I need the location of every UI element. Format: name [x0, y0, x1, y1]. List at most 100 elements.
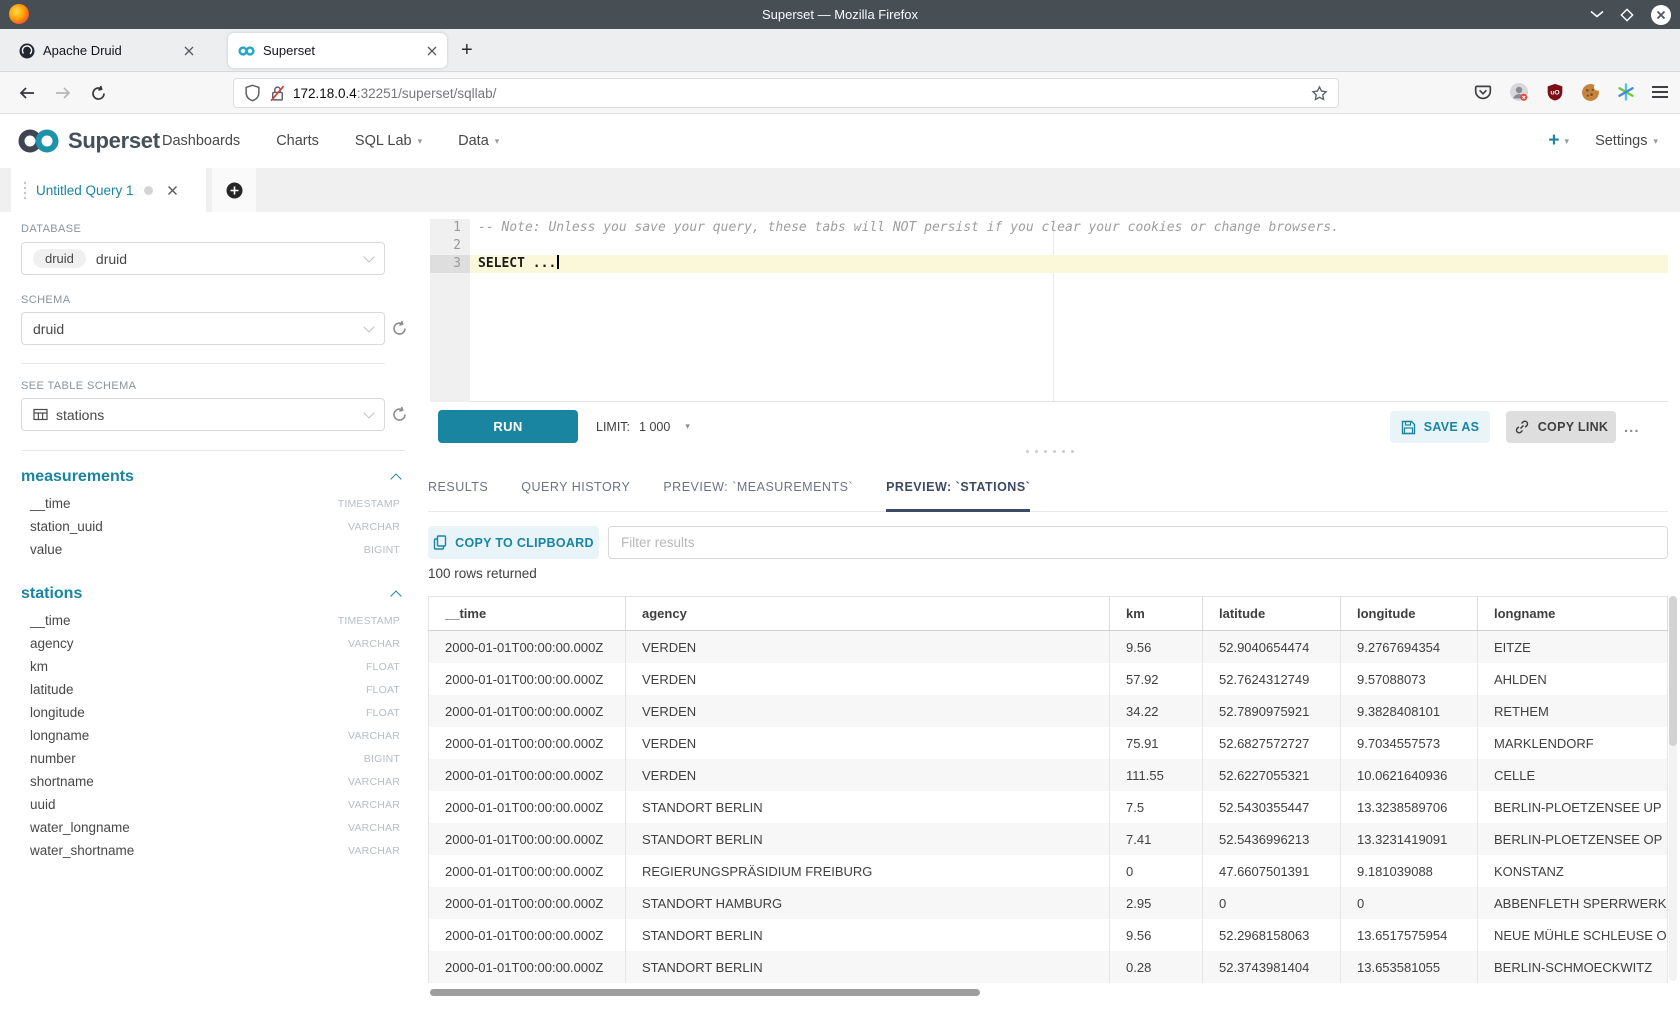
horizontal-scrollbar[interactable] [430, 989, 980, 996]
table-name: stations [21, 585, 82, 603]
schema-column-row: agencyVARCHAR [21, 632, 405, 655]
column-header-time[interactable]: __time [429, 597, 626, 631]
save-as-button[interactable]: SAVE AS [1390, 411, 1490, 443]
table-row: 2000-01-01T00:00:00.000ZSTANDORT HAMBURG… [429, 887, 1668, 919]
table-cell: 2000-01-01T00:00:00.000Z [429, 759, 626, 791]
table-row: 2000-01-01T00:00:00.000ZVERDEN34.2252.78… [429, 695, 1668, 727]
nav-item-dashboards[interactable]: Dashboards [162, 133, 240, 149]
back-button-icon[interactable] [18, 85, 36, 101]
table-cell: 9.7034557573 [1341, 727, 1478, 759]
pocket-icon[interactable] [1474, 83, 1492, 101]
results-tab-results[interactable]: RESULTS [428, 465, 488, 512]
settings-menu[interactable]: Settings ▾ [1595, 133, 1658, 149]
column-header-latitude[interactable]: latitude [1203, 597, 1341, 631]
column-name: __time [30, 613, 71, 628]
new-query-tab-button[interactable] [212, 168, 256, 212]
svg-text:uO: uO [1550, 89, 1559, 96]
table-cell: 75.91 [1110, 727, 1203, 759]
more-options-button[interactable]: ... [1624, 411, 1640, 443]
nav-item-label: SQL Lab [355, 133, 412, 149]
chevron-down-icon [363, 407, 374, 418]
table-cell: 52.5436996213 [1203, 823, 1341, 855]
table-cell: STANDORT BERLIN [626, 823, 1110, 855]
table-schema-list: measurements__timeTIMESTAMPstation_uuidV… [21, 462, 405, 862]
plus-circle-icon [226, 182, 243, 199]
results-tab-preview-measurements[interactable]: PREVIEW: `MEASUREMENTS` [663, 465, 853, 512]
query-tab-bar: Untitled Query 1 [0, 168, 1680, 212]
table-select[interactable]: stations [21, 398, 385, 431]
table-cell: 13.3231419091 [1341, 823, 1478, 855]
chevron-down-icon: ▾ [1653, 136, 1658, 147]
add-new-button[interactable]: + ▾ [1548, 130, 1569, 152]
maximize-icon[interactable] [1619, 7, 1635, 23]
account-extension-icon[interactable] [1509, 82, 1529, 102]
table-cell: EITZE [1478, 631, 1668, 664]
database-select[interactable]: druid druid [21, 242, 385, 275]
close-query-tab-icon[interactable] [167, 185, 178, 196]
table-cell: 34.22 [1110, 695, 1203, 727]
table-cell: 57.92 [1110, 663, 1203, 695]
insecure-lock-icon[interactable] [270, 85, 285, 102]
table-cell: 2000-01-01T00:00:00.000Z [429, 695, 626, 727]
nav-item-sql-lab[interactable]: SQL Lab▾ [355, 133, 422, 149]
shield-icon[interactable] [244, 84, 261, 102]
superset-logo[interactable]: Superset [16, 127, 160, 155]
column-type: VARCHAR [348, 776, 400, 788]
results-table: __timeagencykmlatitudelongitudelongname … [428, 596, 1668, 983]
close-icon[interactable] [1650, 4, 1672, 26]
chevron-down-icon: ▾ [1565, 136, 1570, 147]
superset-navbar: Superset DashboardsChartsSQL Lab▾Data▾ +… [0, 114, 1680, 168]
ublock-icon[interactable]: uO [1546, 83, 1564, 101]
filter-results-input[interactable] [608, 526, 1668, 559]
menu-icon[interactable] [1652, 85, 1668, 99]
spark-extension-icon[interactable] [1617, 83, 1635, 101]
nav-item-charts[interactable]: Charts [276, 133, 319, 149]
table-schema-header-stations[interactable]: stations [21, 579, 405, 609]
copy-to-clipboard-button[interactable]: COPY TO CLIPBOARD [428, 526, 599, 559]
results-tab-preview-stations[interactable]: PREVIEW: `STATIONS` [886, 465, 1030, 512]
copy-link-button[interactable]: COPY LINK [1506, 411, 1616, 443]
nav-item-data[interactable]: Data▾ [458, 133, 499, 149]
column-header-km[interactable]: km [1110, 597, 1203, 631]
run-button[interactable]: RUN [438, 410, 578, 443]
table-schema-header-measurements[interactable]: measurements [21, 462, 405, 492]
chevron-up-icon [390, 473, 401, 484]
tab-close-icon[interactable] [427, 46, 437, 56]
sql-active-line[interactable]: SELECT ... [470, 255, 1668, 273]
column-header-agency[interactable]: agency [626, 597, 1110, 631]
limit-dropdown[interactable]: LIMIT: 1 000 ▾ [596, 410, 690, 443]
save-as-label: SAVE AS [1424, 420, 1480, 434]
query-tab[interactable]: Untitled Query 1 [11, 168, 206, 212]
results-tab-query-history[interactable]: QUERY HISTORY [521, 465, 630, 512]
forward-button-icon[interactable] [54, 85, 72, 101]
browser-tab-apache-druid[interactable]: Apache Druid [8, 33, 204, 68]
column-header-longname[interactable]: longname [1478, 597, 1668, 631]
table-cell: 52.7624312749 [1203, 663, 1341, 695]
minimize-icon[interactable] [1590, 10, 1604, 19]
table-cell: NEUE MÜHLE SCHLEUSE OP [1478, 919, 1668, 951]
cookie-extension-icon[interactable] [1581, 83, 1600, 102]
chevron-down-icon [363, 321, 374, 332]
column-name: number [30, 751, 76, 766]
table-cell: VERDEN [626, 727, 1110, 759]
reload-button-icon[interactable] [90, 85, 107, 102]
pane-resize-handle[interactable] [1008, 450, 1092, 453]
column-type: FLOAT [366, 707, 400, 719]
schema-select[interactable]: druid [21, 312, 385, 345]
column-header-longitude[interactable]: longitude [1341, 597, 1478, 631]
column-name: km [30, 659, 48, 674]
browser-tab-superset[interactable]: Superset [228, 33, 447, 68]
vertical-scrollbar[interactable] [1669, 596, 1677, 981]
sql-editor[interactable]: 1 2 3 -- Note: Unless you save your quer… [430, 219, 1668, 402]
url-bar[interactable]: 172.18.0.4:32251/superset/sqllab/ [233, 78, 1339, 108]
table-cell: RETHEM [1478, 695, 1668, 727]
chevron-down-icon: ▾ [495, 136, 500, 147]
url-text[interactable]: 172.18.0.4:32251/superset/sqllab/ [293, 86, 1311, 101]
bookmark-star-icon[interactable] [1311, 85, 1328, 102]
refresh-tables-icon[interactable] [391, 406, 408, 423]
tab-close-icon[interactable] [184, 46, 194, 56]
new-browser-tab-button[interactable]: + [461, 37, 473, 63]
schema-column-row: kmFLOAT [21, 655, 405, 678]
plus-icon: + [1548, 130, 1559, 152]
refresh-schemas-icon[interactable] [391, 320, 408, 337]
